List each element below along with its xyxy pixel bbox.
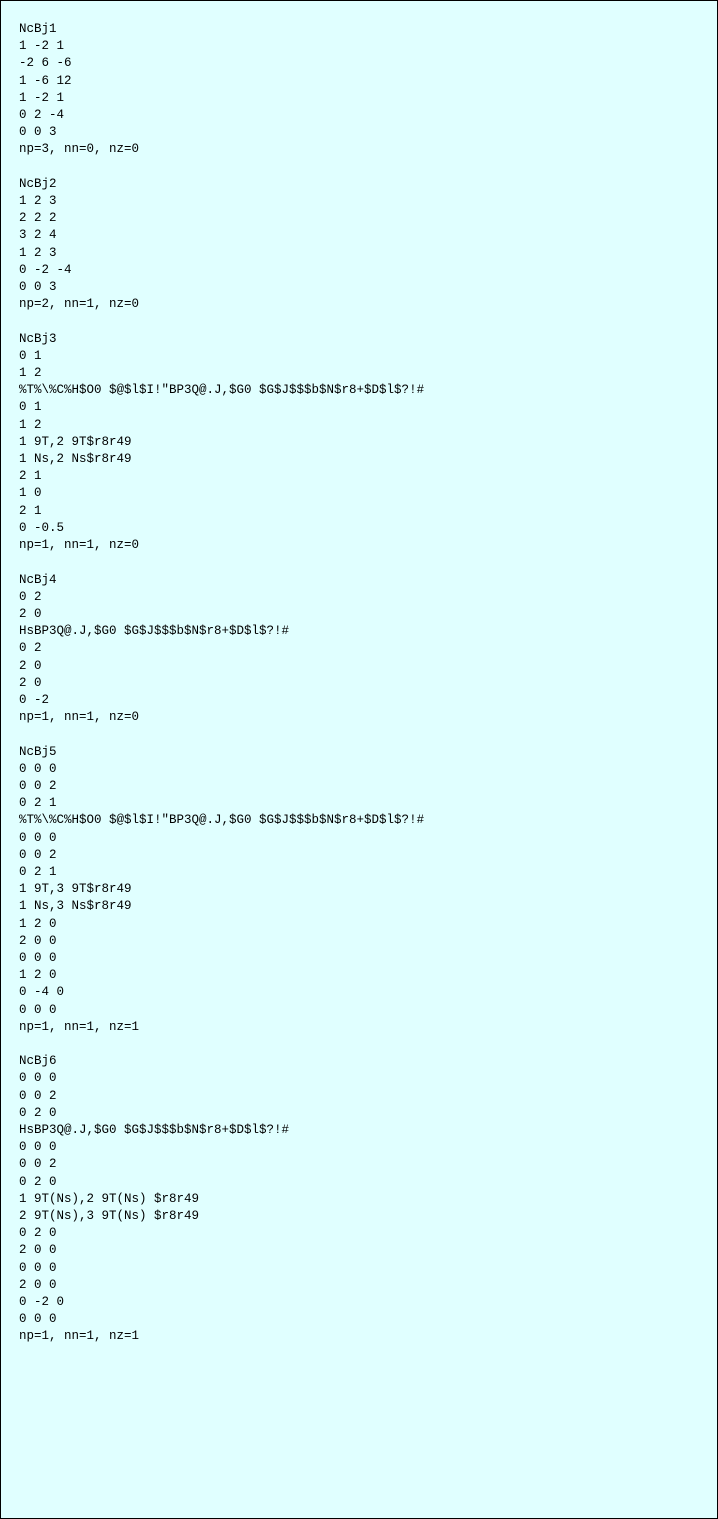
code-output-page: NcBj1 1 -2 1 -2 6 -6 1 -6 12 1 -2 1 0 2 … [0, 0, 718, 1519]
output-text: NcBj1 1 -2 1 -2 6 -6 1 -6 12 1 -2 1 0 2 … [19, 22, 424, 1343]
